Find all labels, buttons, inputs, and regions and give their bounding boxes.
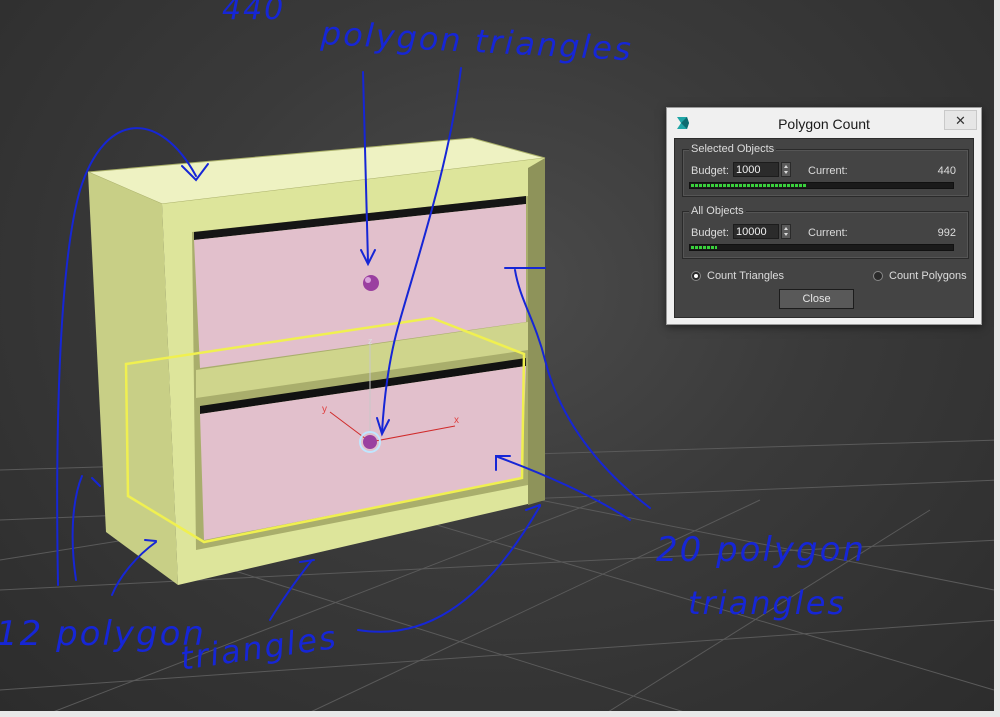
all-budget-label: Budget:: [691, 227, 729, 239]
all-current-label: Current:: [808, 227, 848, 239]
drawer-knob-highlight: [365, 277, 371, 283]
selected-progress-bar: [689, 182, 954, 189]
window-bottom-edge: [0, 711, 1000, 717]
count-polygons-radio[interactable]: [873, 271, 883, 281]
selected-budget-input[interactable]: [733, 162, 779, 177]
gizmo-axis-z: z: [368, 336, 373, 346]
selected-objects-label: Selected Objects: [689, 142, 777, 156]
dialog-body: Selected Objects Budget: Current: 440 Al…: [674, 138, 974, 318]
annotation-left-count: 12 polygon: [0, 614, 206, 654]
window-right-edge: [994, 0, 1000, 717]
annotation-top-count: 440: [222, 0, 286, 27]
dialog-titlebar[interactable]: Polygon Count ✕: [667, 108, 981, 138]
count-polygons-label[interactable]: Count Polygons: [889, 269, 967, 283]
close-button[interactable]: Close: [779, 289, 854, 309]
selected-budget-label: Budget:: [691, 165, 729, 177]
drawer-knob-icon: [363, 275, 379, 291]
gizmo-axis-y: y: [322, 404, 327, 415]
gizmo-axis-x: x: [454, 415, 459, 426]
close-icon[interactable]: ✕: [944, 110, 977, 130]
all-objects-group: All Objects Budget: Current: 992: [682, 204, 969, 259]
annotation-right-text: triangles: [688, 584, 847, 622]
count-triangles-label[interactable]: Count Triangles: [707, 269, 784, 283]
selected-progress-fill: [691, 184, 806, 187]
selected-objects-group: Selected Objects Budget: Current: 440: [682, 142, 969, 197]
all-budget-spinner[interactable]: [781, 224, 791, 239]
dialog-title: Polygon Count: [778, 116, 870, 132]
all-progress-fill: [691, 246, 717, 249]
count-triangles-radio[interactable]: [691, 271, 701, 281]
selected-budget-spinner[interactable]: [781, 162, 791, 177]
all-current-value: 992: [937, 227, 956, 239]
all-budget-input[interactable]: [733, 224, 779, 239]
annotation-right-count: 20 polygon: [656, 530, 866, 570]
selected-current-label: Current:: [808, 165, 848, 177]
selected-current-value: 440: [937, 165, 956, 177]
all-objects-label: All Objects: [689, 204, 746, 218]
polygon-count-dialog[interactable]: Polygon Count ✕ Selected Objects Budget:…: [666, 107, 982, 325]
all-progress-bar: [689, 244, 954, 251]
